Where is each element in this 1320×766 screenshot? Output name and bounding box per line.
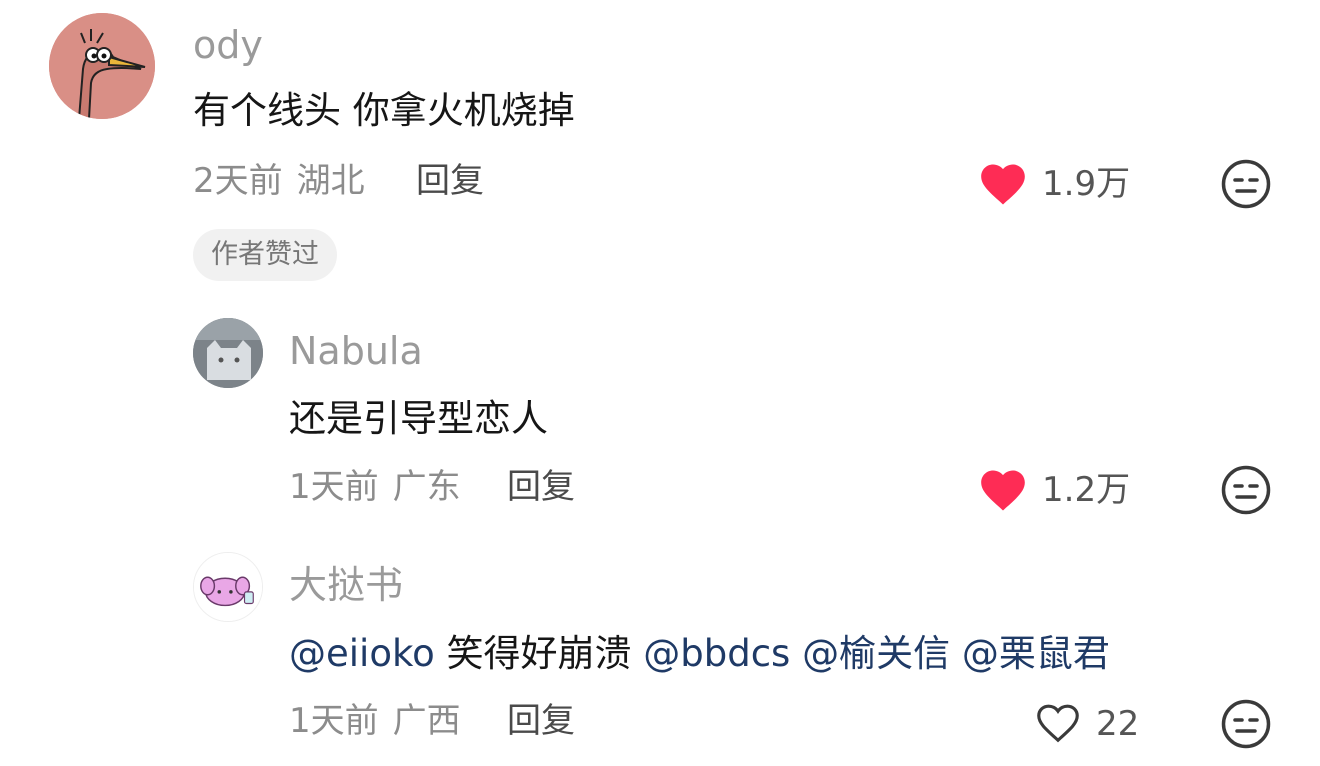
comment-time: 2天前 <box>193 161 283 201</box>
comment-meta: 2天前 湖北 <box>193 164 365 198</box>
reply-button[interactable]: 回复 <box>416 164 484 198</box>
mention-link[interactable]: @榆关信 <box>802 632 950 675</box>
comment-text: 有个线头 你拿火机烧掉 <box>193 89 575 132</box>
reply-button[interactable]: 回复 <box>507 704 575 738</box>
neutral-face-icon <box>1221 465 1271 515</box>
like-button[interactable] <box>976 464 1032 514</box>
comment-text-segment: 笑得好崩溃 <box>434 632 644 675</box>
neutral-face-icon <box>1221 159 1271 209</box>
like-button[interactable] <box>1032 698 1086 748</box>
cat-avatar-icon <box>193 318 263 388</box>
comment-location: 广东 <box>392 467 461 507</box>
comment-username[interactable]: 大挞书 <box>289 566 403 604</box>
pink-creature-avatar-icon <box>194 553 262 621</box>
avatar[interactable] <box>193 552 263 622</box>
comment-text: 还是引导型恋人 <box>289 397 548 440</box>
avatar[interactable] <box>49 13 155 119</box>
comment-username[interactable]: Nabula <box>289 332 423 370</box>
heart-outline-icon <box>1037 704 1079 743</box>
like-count: 22 <box>1096 704 1140 744</box>
comment-time: 1天前 <box>289 701 379 741</box>
like-count: 1.2万 <box>1042 470 1131 510</box>
like-button[interactable] <box>976 158 1032 208</box>
mention-link[interactable]: @栗鼠君 <box>962 632 1110 675</box>
like-count: 1.9万 <box>1042 164 1131 204</box>
comment-text-segment <box>790 632 802 675</box>
comment-meta: 1天前 广西 <box>289 704 461 738</box>
comment-location: 湖北 <box>296 161 365 201</box>
dislike-button[interactable] <box>1220 464 1272 516</box>
dislike-button[interactable] <box>1220 698 1272 750</box>
mention-link[interactable]: @bbdcs <box>643 632 790 675</box>
comment-text-segment <box>950 632 962 675</box>
dislike-button[interactable] <box>1220 158 1272 210</box>
comment-meta: 1天前 广东 <box>289 470 461 504</box>
reply-button[interactable]: 回复 <box>507 470 575 504</box>
heart-filled-icon <box>981 470 1025 511</box>
neutral-face-icon <box>1221 699 1271 749</box>
author-liked-badge: 作者赞过 <box>193 229 337 281</box>
comment-text: @eiioko 笑得好崩溃 @bbdcs @榆关信 @栗鼠君 <box>289 635 1110 672</box>
comment-location: 广西 <box>392 701 461 741</box>
heart-filled-icon <box>981 164 1025 205</box>
comment-item: Nabula 还是引导型恋人 1天前 广东 回复 1.2万 <box>0 300 1320 530</box>
avatar[interactable] <box>193 318 263 388</box>
comment-item: 大挞书 @eiioko 笑得好崩溃 @bbdcs @榆关信 @栗鼠君 1天前 广西… <box>0 530 1320 766</box>
bird-avatar-icon <box>49 13 155 119</box>
comment-username[interactable]: ody <box>193 26 263 64</box>
comment-time: 1天前 <box>289 467 379 507</box>
mention-link[interactable]: @eiioko <box>289 632 435 675</box>
comment-item: ody 有个线头 你拿火机烧掉 2天前 湖北 回复 1.9万 作者赞过 <box>0 0 1320 300</box>
